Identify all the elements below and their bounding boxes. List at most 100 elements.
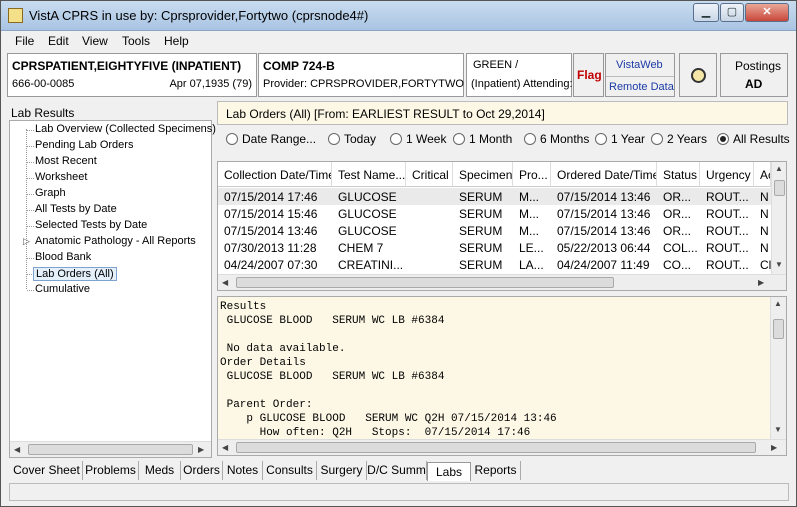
- patient-location: COMP 724-B: [263, 59, 335, 73]
- lab-report-text[interactable]: Results GLUCOSE BLOOD SERUM WC LB #6384 …: [217, 296, 787, 456]
- report-line: p GLUCOSE BLOOD SERUM WC Q2H 07/15/2014 …: [220, 413, 557, 425]
- radio-circle-icon: [595, 133, 607, 145]
- scroll-right-icon[interactable]: ▶: [758, 278, 764, 287]
- close-button[interactable]: ✕: [745, 3, 789, 22]
- menu-tools[interactable]: Tools: [122, 34, 150, 48]
- radio-1-week[interactable]: 1 Week: [390, 132, 446, 146]
- table-vertical-scrollbar[interactable]: ▲ ▼: [771, 162, 786, 274]
- table-row[interactable]: 07/15/2014 13:46 GLUCOSE SERUM M... 07/1…: [218, 222, 771, 239]
- tab-orders[interactable]: Orders: [181, 461, 223, 480]
- tree-item-pending-lab-orders[interactable]: Pending Lab Orders: [35, 139, 133, 151]
- patient-ssn: 666-00-0085: [12, 78, 75, 90]
- table-row[interactable]: 07/15/2014 17:46 GLUCOSE SERUM M... 07/1…: [218, 188, 771, 205]
- col-ordered-datetime[interactable]: Ordered Date/Time: [551, 162, 657, 187]
- tab-notes[interactable]: Notes: [223, 461, 263, 480]
- scroll-down-icon[interactable]: ▼: [774, 425, 782, 434]
- tab-labs[interactable]: Labs: [427, 462, 471, 481]
- col-status[interactable]: Status: [657, 162, 700, 187]
- radio-circle-icon: [524, 133, 536, 145]
- scroll-down-icon[interactable]: ▼: [775, 260, 783, 269]
- primary-care-button[interactable]: GREEN / (Inpatient) Attending:: [466, 53, 573, 97]
- tree-horizontal-scrollbar[interactable]: ◀ ▶: [10, 441, 211, 457]
- patient-info-button[interactable]: CPRSPATIENT,EIGHTYFIVE (INPATIENT) 666-0…: [7, 53, 257, 97]
- status-bar: [9, 483, 789, 501]
- scroll-thumb[interactable]: [236, 442, 756, 453]
- scroll-left-icon[interactable]: ◀: [14, 445, 20, 454]
- tab-meds[interactable]: Meds: [139, 461, 181, 480]
- scroll-right-icon[interactable]: ▶: [771, 443, 777, 452]
- col-specimen[interactable]: Specimen: [453, 162, 513, 187]
- menu-view[interactable]: View: [82, 34, 108, 48]
- minimize-button[interactable]: ▁: [693, 3, 719, 22]
- menu-file[interactable]: File: [15, 34, 34, 48]
- tree-item-anatomic-pathology[interactable]: Anatomic Pathology - All Reports: [35, 235, 196, 247]
- menu-edit[interactable]: Edit: [48, 34, 69, 48]
- radio-circle-icon: [453, 133, 465, 145]
- maximize-button[interactable]: ▢: [720, 3, 744, 22]
- scroll-thumb[interactable]: [773, 319, 784, 339]
- range-header: Lab Orders (All) [From: EARLIEST RESULT …: [217, 101, 788, 125]
- col-urgency[interactable]: Urgency: [700, 162, 754, 187]
- tab-problems[interactable]: Problems: [83, 461, 139, 480]
- col-provider[interactable]: Pro...: [513, 162, 551, 187]
- radio-all-results[interactable]: All Results: [717, 132, 790, 146]
- menu-help[interactable]: Help: [164, 34, 189, 48]
- tab-consults[interactable]: Consults: [263, 461, 317, 480]
- chart-tabs: Cover Sheet Problems Meds Orders Notes C…: [11, 461, 791, 481]
- report-line: Parent Order:: [220, 399, 313, 411]
- lab-orders-table[interactable]: Collection Date/Time Test Name... Critic…: [217, 161, 787, 291]
- radio-1-month[interactable]: 1 Month: [453, 132, 512, 146]
- report-horizontal-scrollbar[interactable]: ◀ ▶: [218, 439, 786, 455]
- encounter-info-button[interactable]: COMP 724-B Provider: CPRSPROVIDER,FORTYT…: [258, 53, 464, 97]
- lab-results-tree[interactable]: Lab Overview (Collected Specimens) Pendi…: [9, 120, 216, 458]
- radio-2-years[interactable]: 2 Years: [651, 132, 707, 146]
- radio-1-year[interactable]: 1 Year: [595, 132, 645, 146]
- postings-button[interactable]: Postings AD: [720, 53, 788, 97]
- range-header-text: Lab Orders (All) [From: EARLIEST RESULT …: [226, 107, 545, 121]
- flag-button[interactable]: Flag: [573, 53, 604, 97]
- tree-item-most-recent[interactable]: Most Recent: [35, 155, 97, 167]
- scroll-up-icon[interactable]: ▲: [774, 299, 782, 308]
- tab-dc-summ[interactable]: D/C Summ: [367, 461, 427, 480]
- col-accession[interactable]: Ac: [754, 162, 771, 187]
- tree-item-blood-bank[interactable]: Blood Bank: [35, 251, 91, 263]
- col-critical[interactable]: Critical: [406, 162, 453, 187]
- reminders-button[interactable]: [679, 53, 717, 97]
- tree-item-selected-tests-by-date[interactable]: Selected Tests by Date: [35, 219, 147, 231]
- radio-circle-icon: [390, 133, 402, 145]
- scroll-thumb[interactable]: [774, 180, 785, 196]
- tree-item-lab-overview[interactable]: Lab Overview (Collected Specimens): [35, 123, 216, 135]
- tab-surgery[interactable]: Surgery: [317, 461, 367, 480]
- table-row[interactable]: 07/30/2013 11:28 CHEM 7 SERUM LE... 05/2…: [218, 239, 771, 256]
- scroll-left-icon[interactable]: ◀: [222, 443, 228, 452]
- tab-reports[interactable]: Reports: [471, 461, 521, 480]
- scroll-right-icon[interactable]: ▶: [198, 445, 204, 454]
- tree-item-worksheet[interactable]: Worksheet: [35, 171, 87, 183]
- vistaweb-link[interactable]: VistaWeb: [616, 59, 663, 71]
- table-horizontal-scrollbar[interactable]: ◀ ▶: [218, 274, 786, 290]
- table-row[interactable]: 07/15/2014 15:46 GLUCOSE SERUM M... 07/1…: [218, 205, 771, 222]
- radio-today[interactable]: Today: [328, 132, 376, 146]
- radio-6-months[interactable]: 6 Months: [524, 132, 589, 146]
- scroll-up-icon[interactable]: ▲: [775, 164, 783, 173]
- attending-label: (Inpatient) Attending:: [471, 78, 573, 90]
- radio-selected-icon: [717, 133, 729, 145]
- tree-item-graph[interactable]: Graph: [35, 187, 66, 199]
- tree-item-all-tests-by-date[interactable]: All Tests by Date: [35, 203, 117, 215]
- col-collection-datetime[interactable]: Collection Date/Time: [218, 162, 332, 187]
- expand-arrow-icon[interactable]: ▷: [23, 236, 30, 247]
- scroll-thumb[interactable]: [28, 444, 193, 455]
- tree-item-cumulative[interactable]: Cumulative: [35, 283, 90, 295]
- col-test-name[interactable]: Test Name...: [332, 162, 406, 187]
- radio-circle-icon: [651, 133, 663, 145]
- tab-cover-sheet[interactable]: Cover Sheet: [11, 461, 83, 480]
- radio-date-range[interactable]: Date Range...: [226, 132, 316, 146]
- report-line: Results: [220, 301, 267, 313]
- report-line: GLUCOSE BLOOD SERUM WC LB #6384: [220, 315, 445, 327]
- remote-data-link[interactable]: Remote Data: [609, 81, 674, 93]
- report-vertical-scrollbar[interactable]: ▲ ▼: [770, 297, 786, 439]
- tree-item-lab-orders-all[interactable]: Lab Orders (All): [33, 267, 117, 281]
- table-row[interactable]: 04/24/2007 07:30 CREATINI... SERUM LA...…: [218, 256, 771, 273]
- scroll-thumb[interactable]: [236, 277, 614, 288]
- scroll-left-icon[interactable]: ◀: [222, 278, 228, 287]
